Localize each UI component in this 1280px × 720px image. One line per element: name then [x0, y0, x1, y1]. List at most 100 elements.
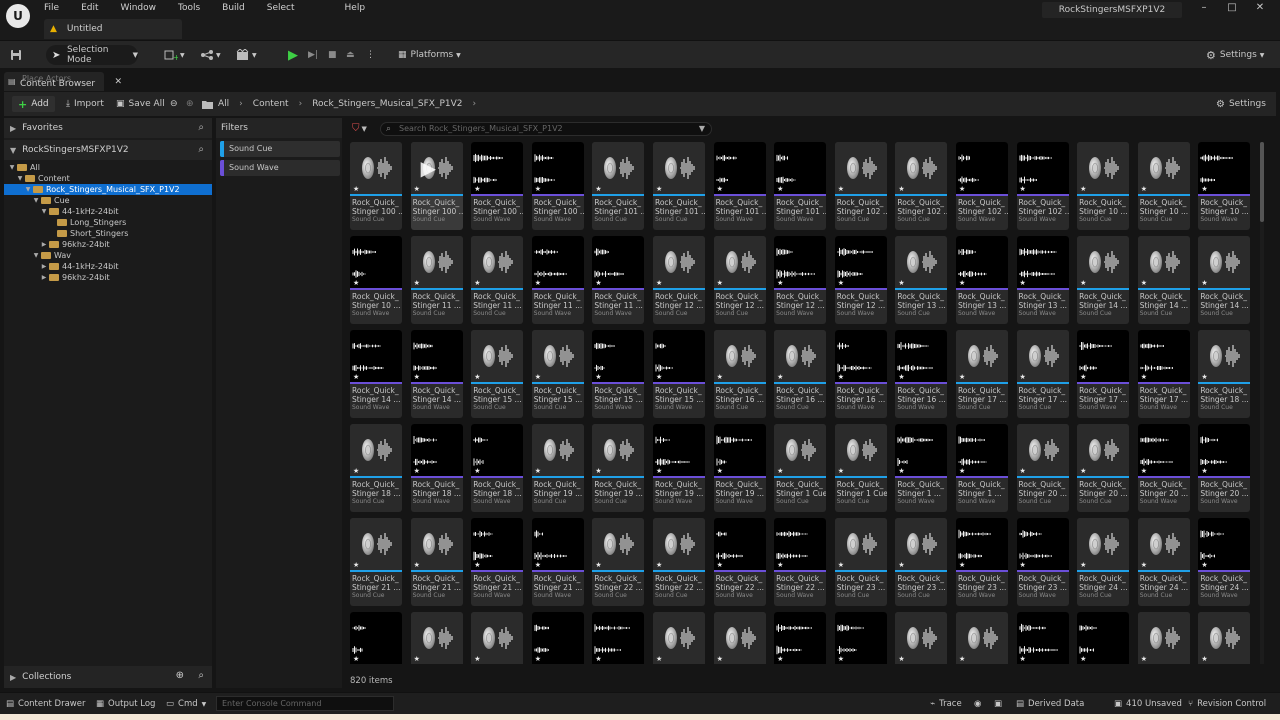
- chevron-right-icon[interactable]: ▶: [40, 263, 48, 270]
- asset-tile[interactable]: ★ Rock_Quick_ Stinger 13 ... Sound Cue: [895, 236, 948, 324]
- star-icon[interactable]: ★: [353, 561, 359, 569]
- asset-tile[interactable]: ★ Rock_Quick_ Stinger 100 ... Sound Cue: [350, 142, 402, 230]
- star-icon[interactable]: ★: [1080, 467, 1086, 475]
- star-icon[interactable]: ★: [717, 655, 723, 663]
- asset-tile[interactable]: ★ Rock_Quick_ Stinger 13 ... Sound Wave: [955, 236, 1008, 324]
- chevron-down-icon[interactable]: ▼: [40, 208, 48, 215]
- asset-tile[interactable]: ★ Rock_Quick_ Stinger 14 ... Sound Cue: [1137, 236, 1190, 324]
- star-icon[interactable]: ★: [353, 373, 359, 381]
- star-icon[interactable]: ★: [353, 467, 359, 475]
- asset-tile[interactable]: ★ Rock_Quick_ Stinger 12 ... Sound Wave: [774, 236, 827, 324]
- star-icon[interactable]: ★: [1141, 561, 1147, 569]
- star-icon[interactable]: ★: [777, 655, 783, 663]
- star-icon[interactable]: ★: [656, 467, 662, 475]
- star-icon[interactable]: ★: [1080, 561, 1086, 569]
- star-icon[interactable]: ★: [838, 185, 844, 193]
- asset-tile[interactable]: ★: [652, 612, 705, 664]
- asset-tile[interactable]: ★ Rock_Quick_ Stinger 101 ... Sound Wave: [774, 142, 827, 230]
- star-icon[interactable]: ★: [353, 185, 359, 193]
- cmd-dropdown[interactable]: ▭ Cmd ▼: [166, 697, 206, 711]
- star-icon[interactable]: ★: [717, 279, 723, 287]
- play-icon[interactable]: ▶: [288, 45, 298, 65]
- level-tab[interactable]: ▲ Untitled: [44, 19, 182, 39]
- menu-window[interactable]: Window: [115, 0, 163, 16]
- star-icon[interactable]: ★: [1020, 279, 1026, 287]
- star-icon[interactable]: ★: [777, 279, 783, 287]
- star-icon[interactable]: ★: [1020, 185, 1026, 193]
- unsaved-button[interactable]: ▣ 410 Unsaved: [1114, 697, 1182, 711]
- tree-folder[interactable]: Long_Stingers: [4, 217, 212, 228]
- star-icon[interactable]: ★: [1141, 373, 1147, 381]
- star-icon[interactable]: ★: [898, 561, 904, 569]
- asset-tile[interactable]: ★: [834, 612, 887, 664]
- asset-tile[interactable]: ★ Rock_Quick_ Stinger 19 ... Sound Cue: [592, 424, 645, 512]
- asset-tile[interactable]: ★ Rock_Quick_ Stinger 18 ... Sound Cue: [350, 424, 402, 512]
- asset-tile[interactable]: ★ Rock_Quick_ Stinger 23 ... Sound Wave: [955, 518, 1008, 606]
- star-icon[interactable]: ★: [1020, 655, 1026, 663]
- tree-folder[interactable]: ▼ Rock_Stingers_Musical_SFX_P1V2: [4, 184, 212, 195]
- asset-tile[interactable]: ★ Rock_Quick_ Stinger 17 ... Sound Cue: [1016, 330, 1069, 418]
- star-icon[interactable]: ★: [656, 279, 662, 287]
- save-icon[interactable]: [10, 45, 22, 65]
- project-header[interactable]: ▼ RockStingersMSFXP1V2 ⌕: [4, 140, 212, 160]
- asset-tile[interactable]: ★ Rock_Quick_ Stinger 20 ... Sound Cue: [1077, 424, 1130, 512]
- selection-mode-dropdown[interactable]: ➤ Selection Mode ▼: [46, 45, 138, 65]
- star-icon[interactable]: ★: [717, 467, 723, 475]
- star-icon[interactable]: ★: [595, 185, 601, 193]
- menu-select[interactable]: Select: [261, 0, 301, 16]
- asset-tile[interactable]: ★ Rock_Quick_ Stinger 19 ... Sound Wave: [652, 424, 705, 512]
- scrollbar[interactable]: [1260, 142, 1264, 664]
- asset-tile[interactable]: ★ Rock_Quick_ Stinger 21 ... Sound Cue: [350, 518, 402, 606]
- star-icon[interactable]: ★: [414, 279, 420, 287]
- star-icon[interactable]: ★: [595, 279, 601, 287]
- star-icon[interactable]: ★: [595, 467, 601, 475]
- star-icon[interactable]: ★: [777, 561, 783, 569]
- asset-tile[interactable]: ★ Rock_Quick_ Stinger 14 ... Sound Wave: [410, 330, 463, 418]
- star-icon[interactable]: ★: [898, 279, 904, 287]
- star-icon[interactable]: ★: [535, 561, 541, 569]
- asset-tile[interactable]: ★ Rock_Quick_ Stinger 21 ... Sound Wave: [531, 518, 584, 606]
- star-icon[interactable]: ★: [959, 185, 965, 193]
- revision-control-button[interactable]: ⑂ Revision Control: [1188, 697, 1266, 711]
- asset-tile[interactable]: ★ Rock_Quick_ Stinger 12 ... Sound Cue: [652, 236, 705, 324]
- star-icon[interactable]: ★: [474, 655, 480, 663]
- star-icon[interactable]: ★: [474, 561, 480, 569]
- close-tab-icon[interactable]: ✕: [114, 77, 122, 87]
- breadcrumb-folder[interactable]: Rock_Stingers_Musical_SFX_P1V2: [312, 99, 462, 109]
- star-icon[interactable]: ★: [717, 373, 723, 381]
- asset-tile[interactable]: ★ Rock_Quick_ Stinger 1 Cue Sound Cue: [774, 424, 827, 512]
- star-icon[interactable]: ★: [1141, 467, 1147, 475]
- save-all-button[interactable]: ▣ Save All: [116, 96, 165, 112]
- chevron-right-icon[interactable]: ▶: [40, 241, 48, 248]
- star-icon[interactable]: ★: [959, 561, 965, 569]
- asset-tile[interactable]: ★: [410, 612, 463, 664]
- asset-tile[interactable]: ★ Rock_Quick_ Stinger 20 ... Sound Wave: [1198, 424, 1250, 512]
- star-icon[interactable]: ★: [959, 467, 965, 475]
- star-icon[interactable]: ★: [595, 655, 601, 663]
- asset-tile[interactable]: ★ Rock_Quick_ Stinger 15 ... Sound Wave: [592, 330, 645, 418]
- star-icon[interactable]: ★: [1201, 561, 1207, 569]
- asset-tile[interactable]: ★: [955, 612, 1008, 664]
- asset-tile[interactable]: ★ Rock_Quick_ Stinger 11 ... Sound Cue: [471, 236, 524, 324]
- filter-sound-cue[interactable]: Sound Cue: [220, 141, 340, 157]
- star-icon[interactable]: ★: [1201, 373, 1207, 381]
- add-button[interactable]: + Add: [12, 96, 55, 112]
- folder-icon[interactable]: [202, 96, 213, 112]
- chevron-right-icon[interactable]: ▶: [40, 274, 48, 281]
- star-icon[interactable]: ★: [474, 279, 480, 287]
- star-icon[interactable]: ★: [414, 467, 420, 475]
- star-icon[interactable]: ★: [1020, 561, 1026, 569]
- add-content-icon[interactable]: + ▼: [164, 45, 185, 65]
- star-icon[interactable]: ★: [898, 185, 904, 193]
- asset-tile[interactable]: ★ Rock_Quick_ Stinger 102 ... Sound Wave: [1016, 142, 1069, 230]
- star-icon[interactable]: ★: [898, 373, 904, 381]
- asset-tile[interactable]: ★ Rock_Quick_ Stinger 24 ... Sound Wave: [1198, 518, 1250, 606]
- asset-tile[interactable]: ★ Rock_Quick_ Stinger 20 ... Sound Cue: [1016, 424, 1069, 512]
- asset-tile[interactable]: ★ Rock_Quick_ Stinger 23 ... Sound Cue: [834, 518, 887, 606]
- asset-tile[interactable]: ★: [1016, 612, 1069, 664]
- step-icon[interactable]: ▶|: [308, 45, 318, 65]
- menu-edit[interactable]: Edit: [75, 0, 104, 16]
- scrollbar-thumb[interactable]: [1260, 142, 1264, 222]
- content-drawer-button[interactable]: ▤ Content Drawer: [6, 697, 85, 711]
- search-icon[interactable]: ⌕: [198, 122, 204, 133]
